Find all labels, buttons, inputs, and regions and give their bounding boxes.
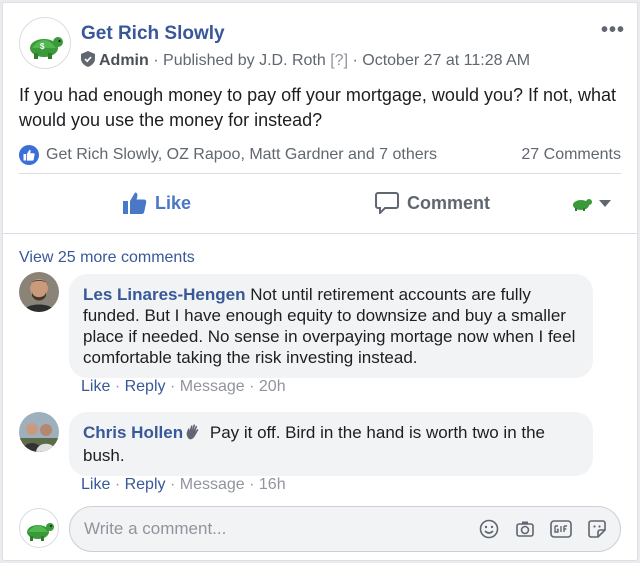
comment-author-link[interactable]: Chris Hollen bbox=[83, 423, 183, 442]
emoji-icon[interactable] bbox=[478, 518, 500, 540]
page-avatar[interactable]: $ bbox=[19, 17, 71, 69]
published-by[interactable]: Published by J.D. Roth bbox=[163, 52, 326, 69]
help-marker[interactable]: [?] bbox=[330, 52, 348, 69]
comment-bubble-icon bbox=[375, 192, 399, 214]
divider bbox=[19, 173, 621, 174]
sticker-icon[interactable] bbox=[586, 518, 608, 540]
more-options-icon[interactable]: ••• bbox=[601, 19, 625, 42]
comment-reply-link[interactable]: Reply bbox=[125, 476, 166, 493]
person-photo-icon bbox=[19, 272, 59, 312]
separator: · bbox=[169, 476, 180, 493]
post-card: $ Get Rich Slowly Admin · Published by J… bbox=[2, 2, 638, 561]
comment-label: Comment bbox=[407, 192, 491, 213]
comment-like-link[interactable]: Like bbox=[81, 476, 110, 493]
reactors-summary[interactable]: Get Rich Slowly, OZ Rapoo, Matt Gardner … bbox=[46, 146, 437, 164]
post-header: $ Get Rich Slowly Admin · Published by J… bbox=[19, 17, 625, 73]
thumbs-up-icon bbox=[123, 192, 147, 214]
comment-author-link[interactable]: Les Linares-Hengen bbox=[83, 285, 246, 304]
my-avatar[interactable] bbox=[19, 508, 59, 548]
person-photo-icon bbox=[19, 412, 59, 452]
page-name-link[interactable]: Get Rich Slowly bbox=[81, 23, 225, 45]
role-label: Admin bbox=[99, 52, 149, 69]
turtle-logo-icon: $ bbox=[30, 37, 63, 59]
wave-icon bbox=[185, 424, 201, 445]
shield-icon bbox=[81, 51, 95, 72]
comment-like-link[interactable]: Like bbox=[81, 378, 110, 395]
comment-actions: Like · Reply · Message · 20h bbox=[81, 378, 286, 396]
view-more-comments-link[interactable]: View 25 more comments bbox=[19, 249, 195, 267]
separator: · bbox=[249, 378, 259, 395]
post-meta: Admin · Published by J.D. Roth [?] · Oct… bbox=[81, 51, 530, 72]
comment-message-link[interactable]: Message bbox=[180, 476, 245, 493]
comment-bubble: Les Linares-Hengen Not until retirement … bbox=[69, 274, 593, 378]
like-reaction-icon bbox=[19, 145, 39, 165]
commenter-avatar[interactable] bbox=[19, 412, 59, 452]
post-actions: Like Comment bbox=[19, 175, 621, 231]
post-as-selector[interactable] bbox=[571, 195, 611, 211]
comments-count[interactable]: 27 Comments bbox=[521, 146, 621, 164]
comment-reply-link[interactable]: Reply bbox=[125, 378, 166, 395]
post-timestamp[interactable]: October 27 at 11:28 AM bbox=[362, 52, 530, 69]
comment-time[interactable]: 20h bbox=[259, 378, 286, 395]
comments-section: View 25 more comments Les Linares-Hengen… bbox=[3, 233, 637, 560]
comment-input[interactable] bbox=[84, 507, 464, 551]
comment-button[interactable]: Comment bbox=[375, 175, 490, 231]
post-text: If you had enough money to pay off your … bbox=[19, 85, 617, 130]
chevron-down-icon bbox=[599, 199, 611, 207]
commenter-avatar[interactable] bbox=[19, 272, 59, 312]
separator: · bbox=[114, 476, 125, 493]
meta-sep-1: · bbox=[153, 52, 164, 69]
reactions-bar: Get Rich Slowly, OZ Rapoo, Matt Gardner … bbox=[19, 143, 621, 167]
separator: · bbox=[114, 378, 125, 395]
gif-icon[interactable] bbox=[550, 518, 572, 540]
comment-time[interactable]: 16h bbox=[259, 476, 286, 493]
comment-composer bbox=[19, 506, 621, 552]
comment-bubble: Chris Hollen Pay it off. Bird in the han… bbox=[69, 412, 593, 476]
turtle-avatar-icon bbox=[573, 199, 592, 211]
comment-input-box[interactable] bbox=[69, 506, 621, 552]
composer-tools bbox=[478, 518, 608, 540]
separator: · bbox=[249, 476, 259, 493]
like-label: Like bbox=[155, 192, 192, 213]
svg-text:$: $ bbox=[40, 42, 45, 51]
turtle-logo-icon bbox=[27, 523, 54, 541]
comment-actions: Like · Reply · Message · 16h bbox=[81, 476, 286, 494]
camera-icon[interactable] bbox=[514, 518, 536, 540]
meta-sep-2: · bbox=[352, 52, 363, 69]
comment-message-link[interactable]: Message bbox=[180, 378, 245, 395]
like-button[interactable]: Like bbox=[123, 175, 191, 231]
separator: · bbox=[169, 378, 180, 395]
